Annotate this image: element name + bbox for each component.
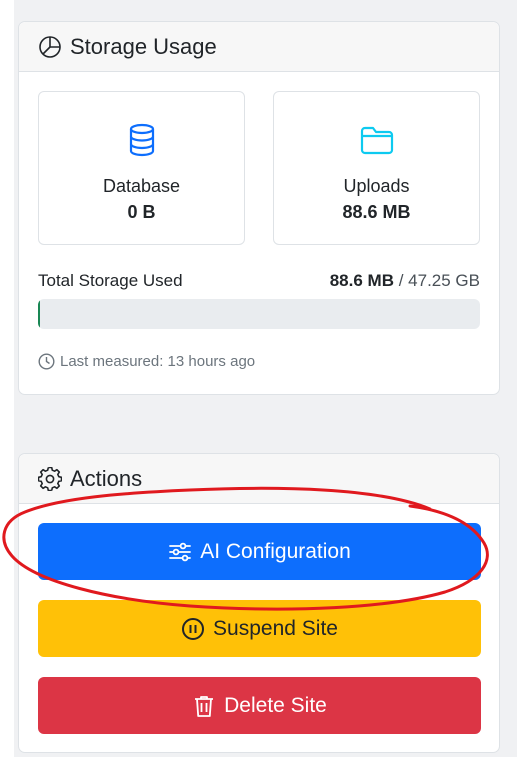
storage-usage-card: Storage Usage Database 0 B Uploads 88.6 … [18,21,500,395]
uploads-stat-box: Uploads 88.6 MB [273,91,480,245]
total-separator: / [398,271,404,290]
pie-chart-icon [39,35,61,58]
gear-icon [38,466,62,491]
delete-site-button[interactable]: Delete Site [38,677,481,734]
storage-progress-bar [38,299,480,329]
total-storage-row: Total Storage Used 88.6 MB / 47.25 GB [38,271,480,291]
uploads-value: 88.6 MB [342,202,411,222]
actions-card-header: Actions [19,454,499,504]
trash-icon [195,695,214,717]
suspend-site-button[interactable]: Suspend Site [38,600,481,657]
database-label: Database [102,176,181,196]
last-measured: Last measured: 13 hours ago [38,353,255,370]
last-measured-text: Last measured: 13 hours ago [60,353,256,370]
folder-icon [360,126,393,155]
suspend-site-label: Suspend Site [213,616,338,640]
actions-card-title: Actions [70,465,143,491]
pause-circle-icon [182,617,205,640]
sliders-icon [169,542,192,561]
page-margin [0,0,14,757]
delete-site-label: Delete Site [224,693,327,717]
storage-card-header: Storage Usage [19,22,499,72]
total-storage-label: Total Storage Used [38,271,183,290]
ai-configuration-button[interactable]: AI Configuration [38,523,481,580]
total-used: 88.6 MB [329,271,394,290]
ai-configuration-label: AI Configuration [200,539,351,563]
database-stat-box: Database 0 B [38,91,245,245]
uploads-label: Uploads [343,176,410,196]
database-value: 0 B [127,202,156,222]
total-storage-value: 88.6 MB / 47.25 GB [330,271,480,291]
database-icon [129,123,154,157]
clock-icon [38,353,55,370]
storage-progress-fill [38,299,41,329]
actions-card: Actions AI Configuration Suspend Site De… [18,453,500,753]
total-capacity: 47.25 GB [408,271,480,290]
storage-card-title: Storage Usage [70,33,217,59]
